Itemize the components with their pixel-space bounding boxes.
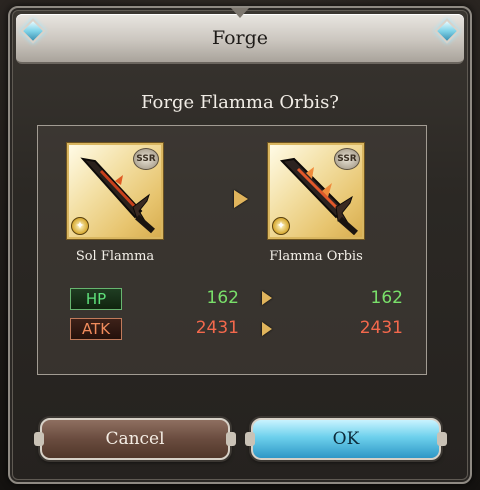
hp-arrow-icon (262, 291, 272, 305)
source-weapon-card: SSR ✦ (67, 143, 163, 239)
ssr-badge: SSR (334, 148, 360, 170)
atk-value-after: 2431 (359, 318, 403, 338)
source-weapon-name: Sol Flamma (75, 249, 155, 264)
ok-button-label: OK (332, 429, 360, 449)
ok-button[interactable]: OK (245, 418, 447, 460)
hp-value-after: 162 (370, 288, 403, 308)
button-ornament-icon (245, 432, 255, 446)
ssr-badge: SSR (133, 148, 159, 170)
title-ornament-icon (231, 8, 249, 18)
atk-arrow-icon (262, 322, 272, 336)
button-ornament-icon (226, 432, 236, 446)
dialog-title: Forge (211, 27, 269, 49)
button-ornament-icon (34, 432, 44, 446)
atk-label: ATK (70, 318, 122, 340)
forge-arrow-icon (234, 190, 248, 208)
atk-value-before: 2431 (195, 318, 239, 338)
cancel-button[interactable]: Cancel (34, 418, 236, 460)
hp-label: HP (70, 288, 122, 310)
dialog-title-bar: Forge (16, 14, 464, 64)
target-weapon-name: Flamma Orbis (269, 249, 363, 264)
hp-value-before: 162 (206, 288, 239, 308)
forge-question: Forge Flamma Orbis? (141, 92, 339, 113)
target-weapon-card: SSR ✦ (268, 143, 364, 239)
button-ornament-icon (437, 432, 447, 446)
light-element-icon: ✦ (71, 217, 89, 235)
cancel-button-label: Cancel (105, 429, 165, 449)
light-element-icon: ✦ (272, 217, 290, 235)
